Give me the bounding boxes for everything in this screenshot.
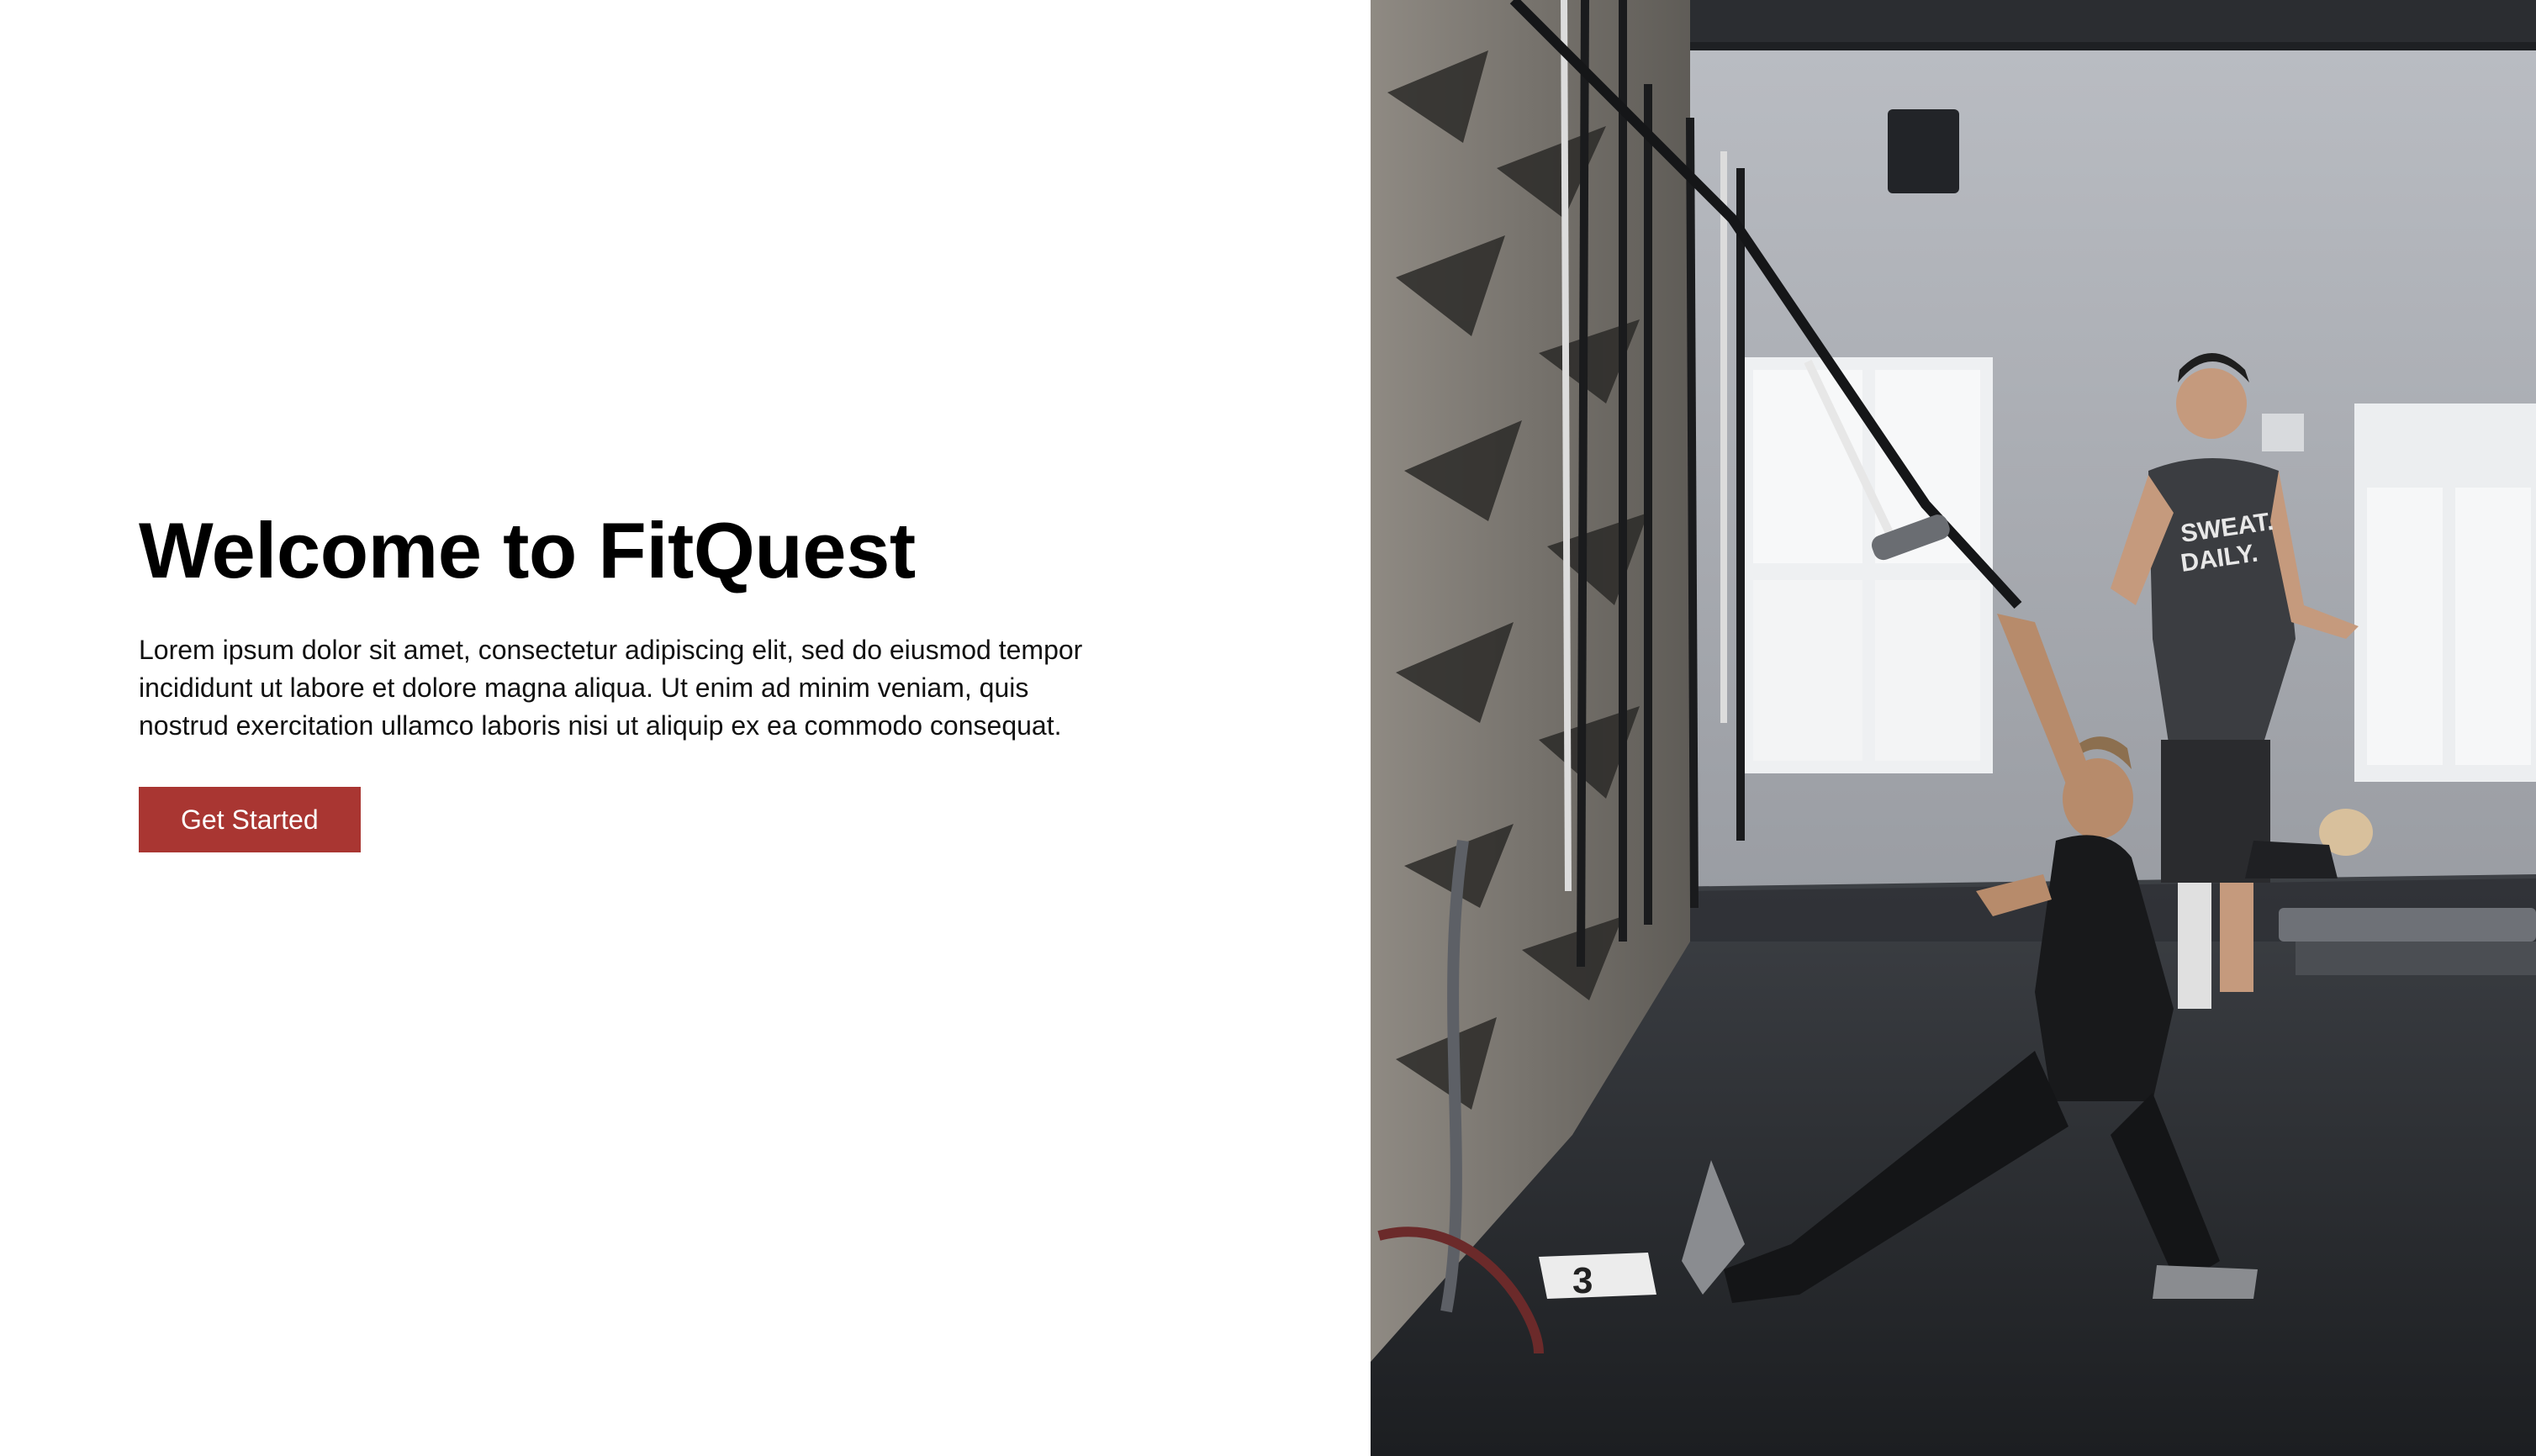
hero-description: Lorem ipsum dolor sit amet, consectetur … (139, 635, 1083, 741)
landing-page: Welcome to FitQuest Lorem ipsum dolor si… (0, 0, 2536, 1456)
gym-photo-illustration: 3 SWEAT. DAILY. (1371, 0, 2536, 1456)
hero-content: Welcome to FitQuest Lorem ipsum dolor si… (139, 500, 1131, 852)
floor-marker-number: 3 (1572, 1260, 1593, 1301)
get-started-button[interactable]: Get Started (139, 787, 361, 852)
hero-section: Welcome to FitQuest Lorem ipsum dolor si… (0, 0, 1371, 1456)
hero-photo: 3 SWEAT. DAILY. (1371, 0, 2536, 1456)
page-title: Welcome to FitQuest (139, 506, 916, 594)
